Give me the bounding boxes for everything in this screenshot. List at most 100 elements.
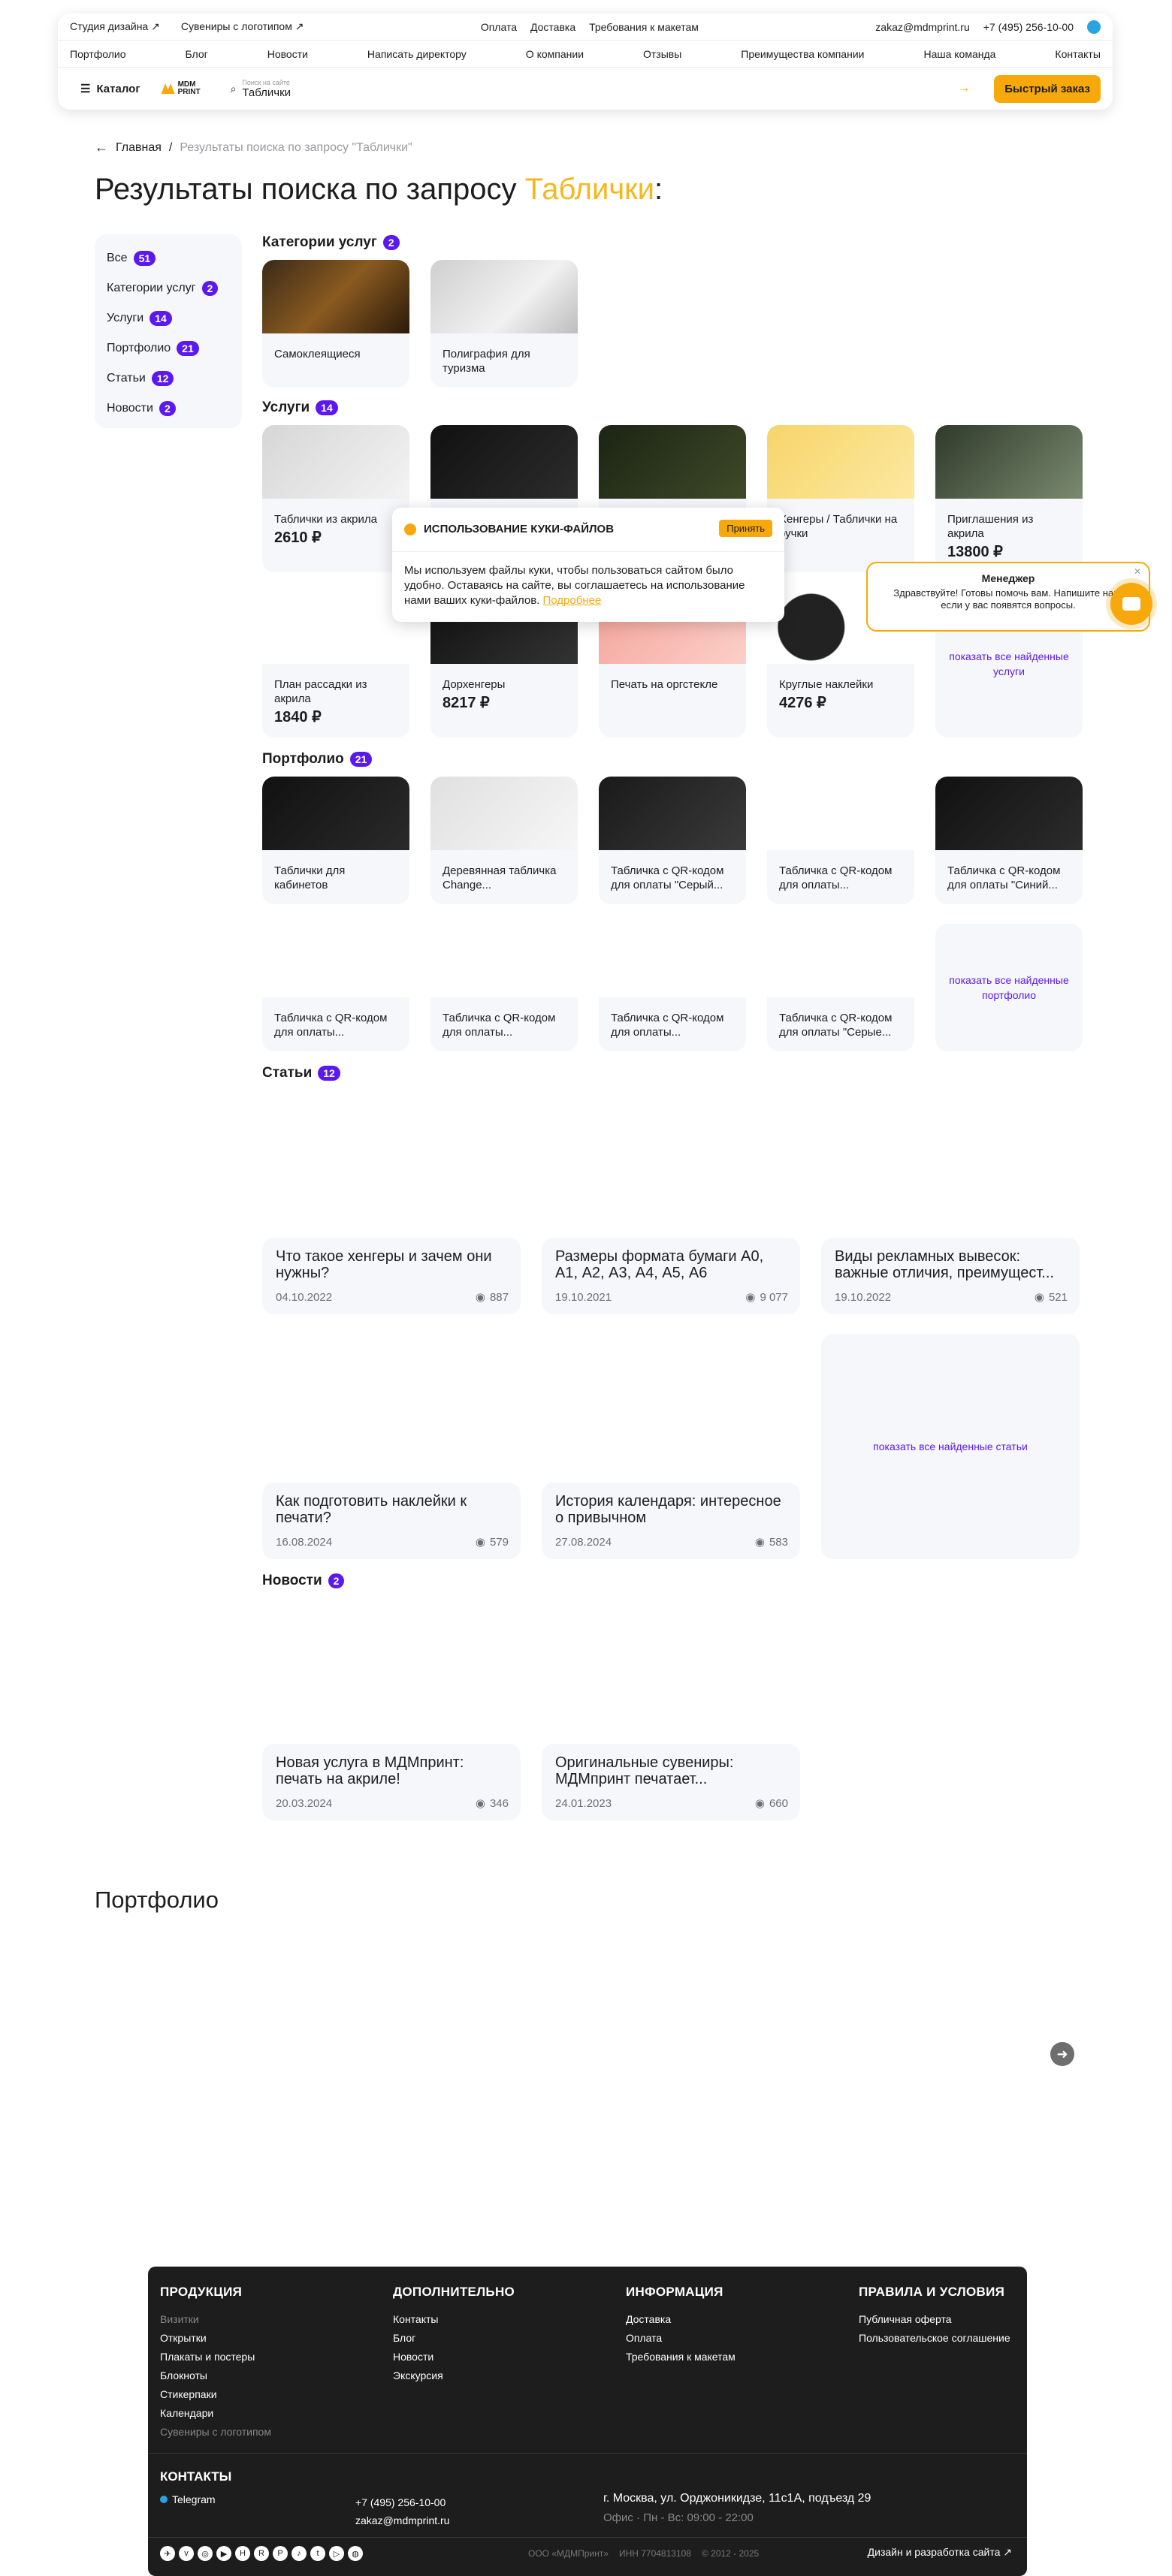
- service-card[interactable]: Хенгеры / Таблички на ручки: [767, 425, 914, 572]
- telegram-icon[interactable]: [1087, 20, 1101, 34]
- footer-link[interactable]: Пользовательское соглашение: [859, 2329, 1010, 2348]
- nav-advantages[interactable]: Преимущества компании: [741, 48, 864, 60]
- breadcrumb-home[interactable]: Главная: [116, 141, 162, 155]
- portfolio-card[interactable]: Табличка с QR-кодом для оплаты...: [599, 924, 746, 1051]
- article-card[interactable]: Виды рекламных вывесок: важные отличия, …: [821, 1238, 1080, 1314]
- nav-contacts[interactable]: Контакты: [1055, 48, 1100, 60]
- tumblr-icon[interactable]: t: [310, 2546, 325, 2561]
- cookie-accept-button[interactable]: Принять: [719, 520, 772, 537]
- telegram-icon[interactable]: ✈: [160, 2546, 175, 2561]
- footer-link[interactable]: Плакаты и постеры: [160, 2348, 271, 2366]
- footer-email[interactable]: zakaz@mdmprint.ru: [355, 2511, 449, 2529]
- nav-team[interactable]: Наша команда: [923, 48, 995, 60]
- footer-link[interactable]: Требования к макетам: [626, 2348, 736, 2366]
- instagram-icon[interactable]: ◎: [198, 2546, 213, 2561]
- footer-link[interactable]: Оплата: [626, 2329, 736, 2348]
- requirements-link[interactable]: Требования к макетам: [589, 21, 699, 33]
- article-card[interactable]: Размеры формата бумаги А0, А1, А2, А3, А…: [542, 1238, 800, 1314]
- footer-link[interactable]: Открытки: [160, 2329, 271, 2348]
- filter-portfolio[interactable]: Портфолио 21: [107, 333, 230, 363]
- cookie-icon: [404, 523, 416, 535]
- menu-icon: ☰: [80, 83, 91, 95]
- catalog-button[interactable]: ☰ Каталог: [70, 76, 151, 101]
- footer-link[interactable]: Визитки: [160, 2310, 271, 2329]
- footer-link[interactable]: Новости: [393, 2348, 515, 2366]
- portfolio-card[interactable]: Табличка с QR-кодом для оплаты "Серый...: [599, 777, 746, 904]
- chat-icon: [1122, 597, 1140, 611]
- manager-title: Менеджер: [981, 572, 1035, 584]
- pinterest-icon[interactable]: P: [273, 2546, 288, 2561]
- close-icon[interactable]: ✕: [1134, 566, 1141, 577]
- filter-articles[interactable]: Статьи 12: [107, 363, 230, 394]
- manager-chat-bubble[interactable]: Менеджер Здравствуйте! Готовы помочь вам…: [866, 562, 1150, 632]
- category-card[interactable]: Полиграфия для туризма: [430, 260, 578, 388]
- portfolio-card[interactable]: Табличка с QR-кодом для оплаты...: [767, 777, 914, 904]
- cookie-more-link[interactable]: Подробнее: [543, 594, 602, 607]
- article-card[interactable]: Что такое хенгеры и зачем они нужны? 04.1…: [262, 1238, 521, 1314]
- logo[interactable]: MDM PRINT: [161, 79, 205, 98]
- footer-link[interactable]: Экскурсия: [393, 2366, 515, 2385]
- portfolio-card[interactable]: Табличка с QR-кодом для оплаты...: [430, 924, 578, 1051]
- portfolio-card[interactable]: Табличка с QR-кодом для оплаты...: [262, 924, 409, 1051]
- filter-categories[interactable]: Категории услуг 2: [107, 273, 230, 303]
- show-all-portfolio-link[interactable]: показать все найденные портфолио: [935, 924, 1083, 1051]
- vk-icon[interactable]: v: [179, 2546, 194, 2561]
- logo-mark: [161, 83, 175, 94]
- tiktok-icon[interactable]: ♪: [291, 2546, 307, 2561]
- email-link[interactable]: zakaz@mdmprint.ru: [875, 21, 969, 33]
- nav-portfolio[interactable]: Портфолио: [70, 48, 126, 60]
- nav-reviews[interactable]: Отзывы: [643, 48, 681, 60]
- design-studio-link[interactable]: Студия дизайна ↗: [70, 20, 160, 33]
- nav-news[interactable]: Новости: [267, 48, 308, 60]
- globe-icon[interactable]: ◍: [348, 2546, 363, 2561]
- phone-link[interactable]: +7 (495) 256-10-00: [983, 21, 1074, 33]
- footer-link[interactable]: Публичная оферта: [859, 2310, 1010, 2329]
- footer-link[interactable]: Блокноты: [160, 2366, 271, 2385]
- news-card[interactable]: Новая услуга в МДМпринт: печать на акрил…: [262, 1744, 521, 1820]
- filter-news[interactable]: Новости 2: [107, 394, 230, 424]
- payment-link[interactable]: Оплата: [481, 21, 517, 33]
- search-box[interactable]: ⌕ Поиск на сайте Таблички →: [219, 74, 983, 103]
- footer-link[interactable]: Сувениры с логотипом: [160, 2423, 271, 2442]
- footer-link[interactable]: Контакты: [393, 2310, 515, 2329]
- show-all-articles-link[interactable]: показать все найденные статьи: [821, 1334, 1080, 1559]
- nav-about[interactable]: О компании: [526, 48, 584, 60]
- nav-write-director[interactable]: Написать директору: [367, 48, 467, 60]
- portfolio-card[interactable]: Табличка с QR-кодом для оплаты "Серые...: [767, 924, 914, 1051]
- filter-all[interactable]: Все 51: [107, 243, 230, 273]
- souvenirs-link[interactable]: Сувениры с логотипом ↗: [181, 20, 304, 33]
- article-card[interactable]: Как подготовить наклейки к печати? 16.08.…: [262, 1483, 521, 1559]
- service-card[interactable]: Приглашения из акрила 13800 ₽: [935, 425, 1083, 572]
- quick-order-button[interactable]: Быстрый заказ: [994, 74, 1101, 103]
- carousel-next-button[interactable]: ➜: [1050, 2042, 1074, 2066]
- article-card[interactable]: История календаря: интересное о привычно…: [542, 1483, 800, 1559]
- filter-services[interactable]: Услуги 14: [107, 303, 230, 333]
- developer-link[interactable]: Дизайн и разработка сайта ↗: [868, 2546, 1012, 2559]
- category-card[interactable]: Самоклеящиеся: [262, 260, 409, 388]
- site-header: Студия дизайна ↗ Сувениры с логотипом ↗ …: [58, 14, 1113, 110]
- nav-blog[interactable]: Блог: [186, 48, 208, 60]
- habr-icon[interactable]: H: [235, 2546, 250, 2561]
- page-title: Результаты поиска по запросу Таблички:: [95, 173, 663, 206]
- news-card[interactable]: Оригинальные сувениры: МДМпринт печатает…: [542, 1744, 800, 1820]
- service-card[interactable]: План рассадки из акрила 1840 ₽: [262, 590, 409, 738]
- cookie-title: ИСПОЛЬЗОВАНИЕ КУКИ-ФАЙЛОВ: [424, 523, 615, 535]
- footer-phone[interactable]: +7 (495) 256-10-00: [355, 2493, 449, 2511]
- search-input[interactable]: Таблички: [242, 86, 291, 99]
- portfolio-card[interactable]: Табличка с QR-кодом для оплаты "Синий...: [935, 777, 1083, 904]
- portfolio-card[interactable]: Таблички для кабинетов: [262, 777, 409, 904]
- footer-link[interactable]: Стикерпаки: [160, 2385, 271, 2404]
- chat-button[interactable]: [1110, 583, 1152, 625]
- portfolio-card[interactable]: Деревянная табличка Change...: [430, 777, 578, 904]
- telegram-link[interactable]: Telegram: [160, 2493, 216, 2505]
- rutube-icon[interactable]: R: [254, 2546, 269, 2561]
- arrow-right-icon[interactable]: →: [958, 82, 970, 95]
- footer-link[interactable]: Доставка: [626, 2310, 736, 2329]
- footer-link[interactable]: Блог: [393, 2329, 515, 2348]
- youtube-icon[interactable]: ▶: [216, 2546, 231, 2561]
- video-icon[interactable]: ▷: [329, 2546, 344, 2561]
- delivery-link[interactable]: Доставка: [530, 21, 575, 33]
- back-arrow-icon[interactable]: ←: [95, 140, 108, 155]
- service-card[interactable]: Таблички из акрила 2610 ₽: [262, 425, 409, 572]
- footer-link[interactable]: Календари: [160, 2404, 271, 2423]
